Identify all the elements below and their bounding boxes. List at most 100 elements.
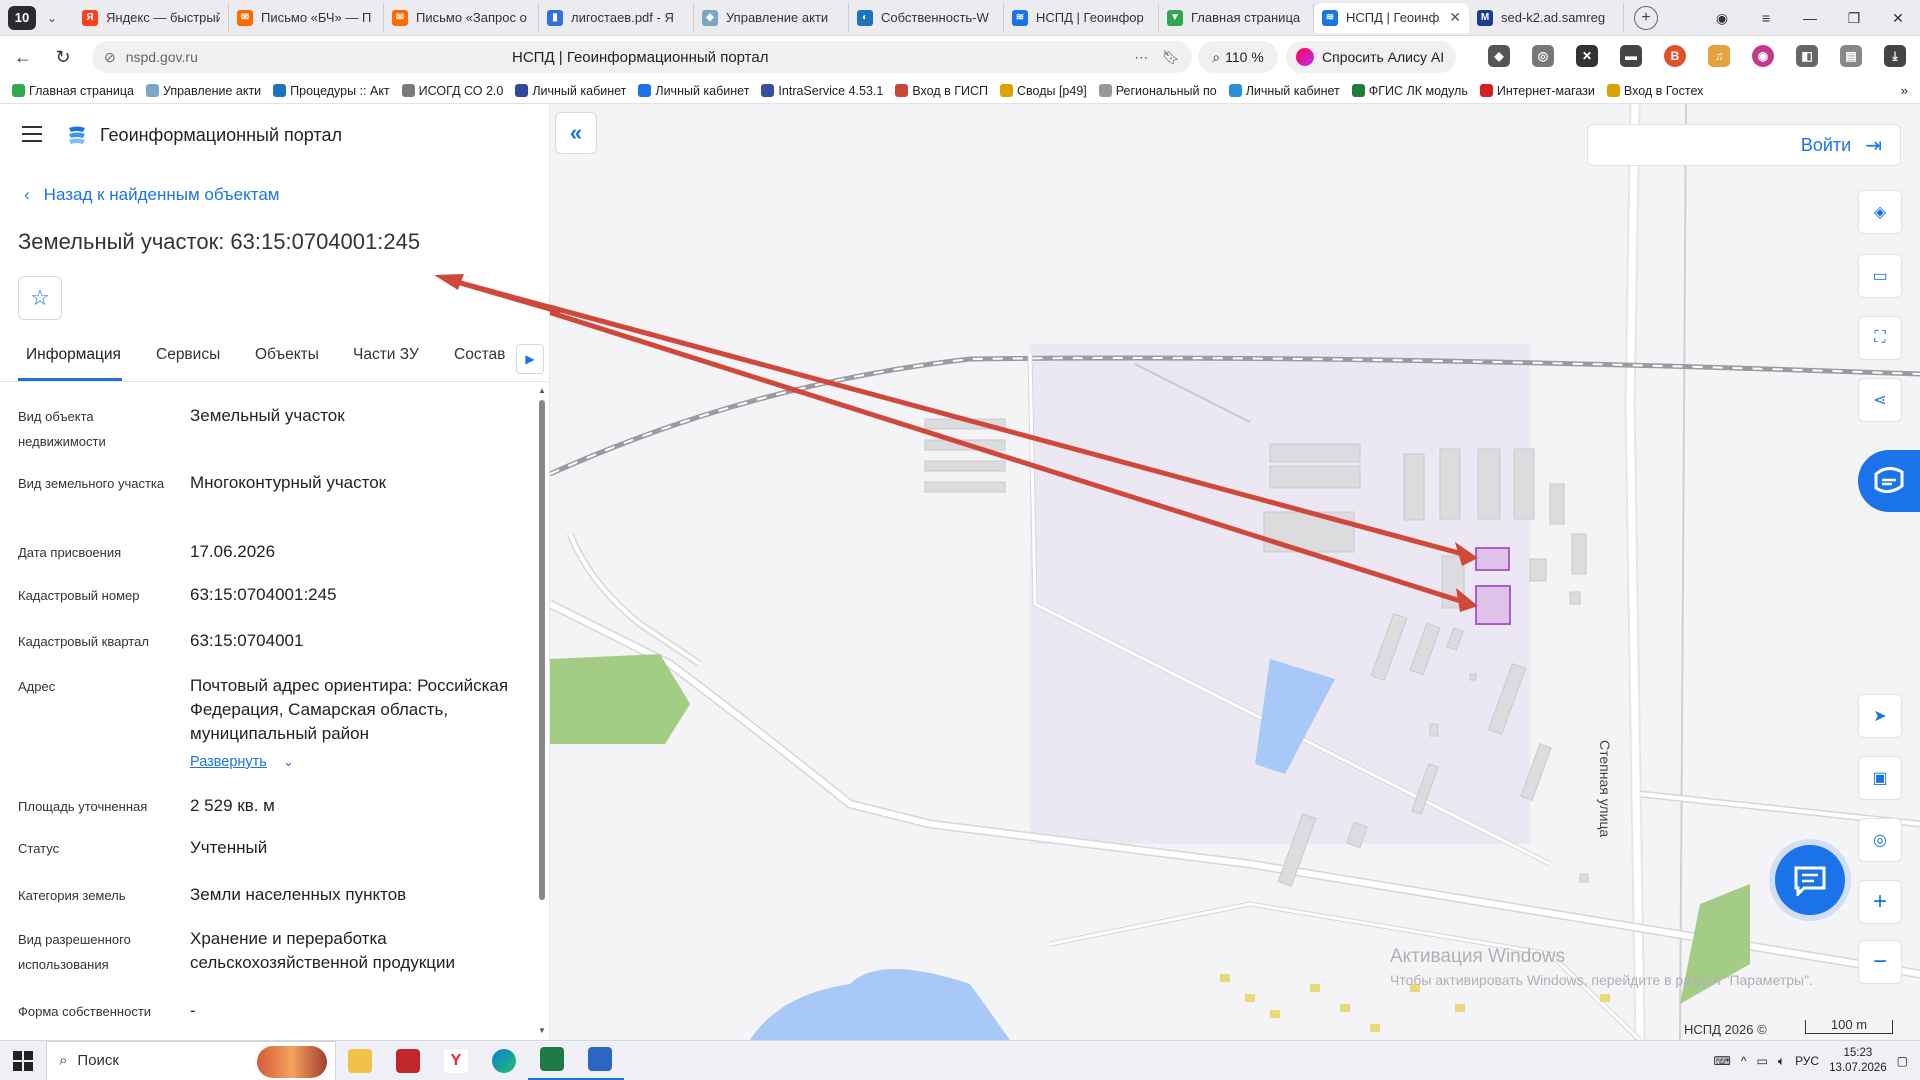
favorite-star-button[interactable]: ☆ xyxy=(18,276,62,320)
extension-icon-5[interactable]: B xyxy=(1664,45,1686,67)
minimap-button[interactable]: ▣ xyxy=(1858,756,1902,800)
tab-composition[interactable]: Состав xyxy=(454,346,505,364)
bookmark-item[interactable]: Личный кабинет xyxy=(1228,84,1340,98)
assistant-button[interactable] xyxy=(1858,450,1920,512)
tab-objects[interactable]: Объекты xyxy=(255,346,319,364)
new-tab-button[interactable]: + xyxy=(1634,5,1658,30)
bookmark-item[interactable]: Своды [р49] xyxy=(999,84,1087,98)
search-location-button[interactable]: ◎ xyxy=(1858,818,1902,862)
browser-tab[interactable]: Я Яндекс — быстрый xyxy=(74,2,229,33)
browser-tab[interactable]: Msed-k2.ad.samreg xyxy=(1469,2,1624,33)
download-icon[interactable]: ⤓ xyxy=(1884,45,1906,67)
login-button[interactable]: Войти ⇥ xyxy=(1587,124,1901,166)
extension-icon-8[interactable]: ◧ xyxy=(1796,45,1818,67)
select-area-button[interactable]: ⛶ xyxy=(1858,316,1902,360)
browser-tab[interactable]: ✉ Письмо «БЧ» — П xyxy=(229,2,384,33)
tab-close-icon[interactable]: ✕ xyxy=(1449,9,1461,26)
bookmark-item[interactable]: Личный кабинет xyxy=(638,84,749,98)
browser-tab[interactable]: ◆ Управление акти xyxy=(694,2,849,33)
taskbar-app-red[interactable] xyxy=(384,1041,432,1080)
extension-icon-6[interactable]: ♫ xyxy=(1708,45,1730,67)
bookmark-label: Личный кабинет xyxy=(655,83,750,98)
extension-icon-7[interactable]: ◉ xyxy=(1752,45,1774,67)
bookmark-item[interactable]: Управление акти xyxy=(145,84,261,98)
restore-icon[interactable]: ❐ xyxy=(1832,0,1876,36)
expand-address-link[interactable]: Развернуть ⌄ xyxy=(190,754,294,770)
volume-icon[interactable]: 🔈︎ xyxy=(1778,1054,1785,1069)
tab-list-chevron-icon[interactable]: ⌄ xyxy=(40,6,64,30)
bookmark-icon[interactable]: 🔖︎ xyxy=(1162,49,1180,66)
bookmark-item[interactable]: IntraService 4.53.1 xyxy=(761,84,883,98)
parcel-contour-1[interactable] xyxy=(1475,547,1510,571)
tray-expand-icon[interactable]: ^ xyxy=(1741,1054,1747,1068)
locate-button[interactable]: ➤ xyxy=(1858,694,1902,738)
bookmark-item[interactable]: ФГИС ЛК модуль xyxy=(1351,84,1468,98)
map-canvas[interactable] xyxy=(550,104,1920,1040)
browser-tab[interactable]: ≋ НСПД | Геоинф ✕ xyxy=(1314,2,1469,33)
keyboard-icon[interactable]: ⌨ xyxy=(1714,1054,1731,1068)
back-arrow-icon[interactable]: ← xyxy=(6,40,40,74)
clock[interactable]: 15:23 13.07.2026 xyxy=(1829,1046,1887,1076)
measure-button[interactable]: ▭ xyxy=(1858,254,1902,298)
bookmark-item[interactable]: ИСОГД СО 2.0 xyxy=(401,84,503,98)
taskbar-explorer[interactable] xyxy=(336,1041,384,1080)
browser-tab[interactable]: ✉ Письмо «Запрос о xyxy=(384,2,539,33)
bookmark-item[interactable]: Вход в Гостех xyxy=(1606,84,1703,98)
browser-menu-icon[interactable]: ≡ xyxy=(1744,0,1788,36)
bookmark-item[interactable]: Вход в ГИСП xyxy=(895,84,988,98)
tab-count-badge[interactable]: 10 xyxy=(8,5,36,30)
chat-button[interactable] xyxy=(1775,845,1845,915)
tab-land-parts[interactable]: Части ЗУ xyxy=(353,346,419,364)
network-icon[interactable]: ▭ xyxy=(1757,1054,1768,1068)
layers-button[interactable]: ◈ xyxy=(1858,190,1902,234)
bookmark-item[interactable]: Процедуры :: Акт xyxy=(273,84,390,98)
taskbar-edge[interactable] xyxy=(480,1041,528,1080)
browser-tab[interactable]: ▼ Главная страница xyxy=(1159,2,1314,33)
url-field[interactable]: ⊘ nspd.gov.ru НСПД | Геоинформационный п… xyxy=(92,41,1192,73)
minimize-icon[interactable]: — xyxy=(1788,0,1832,36)
browser-tab[interactable]: ◐ Собственность-W xyxy=(849,2,1004,33)
address-bar-row: ← ↻ ⊘ nspd.gov.ru НСПД | Геоинформационн… xyxy=(0,36,1920,78)
browser-tab[interactable]: ≋ НСПД | Геоинфор xyxy=(1004,2,1159,33)
taskbar-search[interactable]: ⌕ Поиск xyxy=(46,1040,336,1080)
share-button[interactable]: ⋖ xyxy=(1858,378,1902,422)
bookmarks-overflow-icon[interactable]: » xyxy=(1901,83,1908,98)
close-window-icon[interactable]: ✕ xyxy=(1876,0,1920,36)
menu-hamburger-icon[interactable] xyxy=(22,126,42,142)
tab-information[interactable]: Информация xyxy=(26,346,121,364)
collapse-panel-button[interactable]: « xyxy=(555,112,597,154)
extension-icon-3[interactable]: ✕ xyxy=(1576,45,1598,67)
map-attribution[interactable]: НСПД 2026 © xyxy=(1684,1022,1767,1037)
taskbar-yandex[interactable]: Y xyxy=(432,1041,480,1080)
taskbar-app-blue[interactable] xyxy=(576,1041,624,1080)
browser-tab[interactable]: ▮ лигостаев.pdf - Я xyxy=(539,2,694,33)
parcel-contour-2[interactable] xyxy=(1475,585,1511,625)
bookmark-item[interactable]: Главная страница xyxy=(12,84,134,98)
scroll-down-icon[interactable]: ▼ xyxy=(538,1026,546,1035)
extension-icon-2[interactable]: ◎ xyxy=(1532,45,1554,67)
more-icon[interactable]: ⋯ xyxy=(1134,49,1148,66)
extension-icon-4[interactable]: ▬ xyxy=(1620,45,1642,67)
back-to-results-link[interactable]: ‹ Назад к найденным объектам xyxy=(24,185,279,205)
bookmark-item[interactable]: Интернет-магази xyxy=(1479,84,1595,98)
reload-icon[interactable]: ↻ xyxy=(46,40,80,74)
bookmark-item[interactable]: Региональный по xyxy=(1098,84,1217,98)
extension-icon-9[interactable]: ▤ xyxy=(1840,45,1862,67)
zoom-in-button[interactable]: + xyxy=(1858,880,1902,924)
notification-icon[interactable]: ▢ xyxy=(1897,1054,1908,1068)
tabs-scroll-right-icon[interactable]: ▶ xyxy=(516,344,544,374)
panel-scrollbar[interactable]: ▲ ▼ xyxy=(538,386,546,1036)
zoom-indicator[interactable]: ⌕ 110 % xyxy=(1198,41,1278,73)
scroll-up-icon[interactable]: ▲ xyxy=(538,386,546,395)
bookmark-item[interactable]: Личный кабинет xyxy=(515,84,626,98)
tab-services[interactable]: Сервисы xyxy=(156,346,220,364)
language-indicator[interactable]: РУС xyxy=(1795,1054,1819,1068)
alice-button[interactable]: Спросить Алису AI xyxy=(1286,41,1456,73)
site-info-icon[interactable]: ⊘ xyxy=(104,49,116,66)
taskbar-excel[interactable] xyxy=(528,1041,576,1080)
scrollbar-thumb[interactable] xyxy=(539,400,545,900)
profile-icon[interactable]: ◉ xyxy=(1700,0,1744,36)
zoom-out-button[interactable]: − xyxy=(1858,940,1902,984)
start-button[interactable] xyxy=(0,1041,46,1080)
extension-icon-1[interactable]: ◆ xyxy=(1488,45,1510,67)
